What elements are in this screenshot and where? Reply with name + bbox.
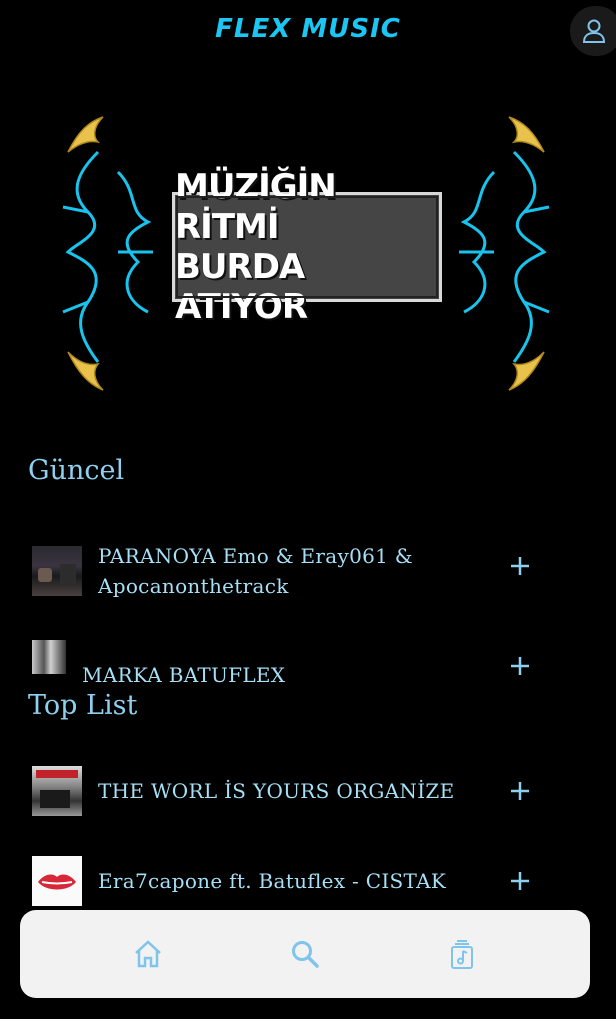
plus-icon [511, 872, 529, 890]
music-library-icon [450, 940, 473, 969]
track-title: Era7capone ft. Batuflex - CISTAK [98, 869, 447, 893]
add-track-button[interactable] [506, 552, 534, 580]
add-track-button[interactable] [506, 867, 534, 895]
track-row[interactable]: Era7capone ft. Batuflex - CISTAK [32, 856, 580, 906]
tribal-ornament-left [62, 116, 153, 391]
search-icon [291, 941, 319, 968]
track-cover [32, 856, 82, 906]
app-logo: FLEX MUSIC [215, 14, 401, 44]
banner-line-1: MÜZİĞİN RİTMİ [175, 167, 337, 247]
banner-board: MÜZİĞİN RİTMİ BURDA ATIYOR [172, 167, 442, 327]
add-track-button[interactable] [506, 652, 534, 680]
nav-library[interactable] [442, 934, 482, 974]
banner-line-2: BURDA ATIYOR [175, 247, 308, 327]
nav-search[interactable] [285, 934, 325, 974]
track-cover [32, 640, 66, 674]
track-title: MARKA BATUFLEX [82, 663, 286, 687]
track-title: PARANOYA Emo & Eray061 & Apocanonthetrac… [98, 544, 413, 598]
track-cover [32, 766, 82, 816]
track-row[interactable]: THE WORL İS YOURS ORGANİZE [32, 766, 580, 816]
tribal-ornament-right [459, 116, 550, 391]
nav-home[interactable] [128, 934, 168, 974]
plus-icon [511, 557, 529, 575]
home-icon [135, 940, 162, 968]
profile-button[interactable] [570, 6, 616, 56]
track-row[interactable]: MARKA BATUFLEX [32, 640, 580, 690]
plus-icon [511, 657, 529, 675]
track-row[interactable]: PARANOYA Emo & Eray061 & Apocanonthetrac… [32, 541, 580, 601]
hero-banner: MÜZİĞİN RİTMİ BURDA ATIYOR [58, 112, 554, 394]
add-track-button[interactable] [506, 777, 534, 805]
plus-icon [511, 782, 529, 800]
user-icon [582, 19, 606, 43]
section-title-recent: Güncel [28, 455, 125, 486]
track-title: THE WORL İS YOURS ORGANİZE [98, 779, 455, 803]
section-title-top-list: Top List [28, 690, 138, 721]
bottom-nav [20, 910, 590, 998]
track-cover [32, 546, 82, 596]
